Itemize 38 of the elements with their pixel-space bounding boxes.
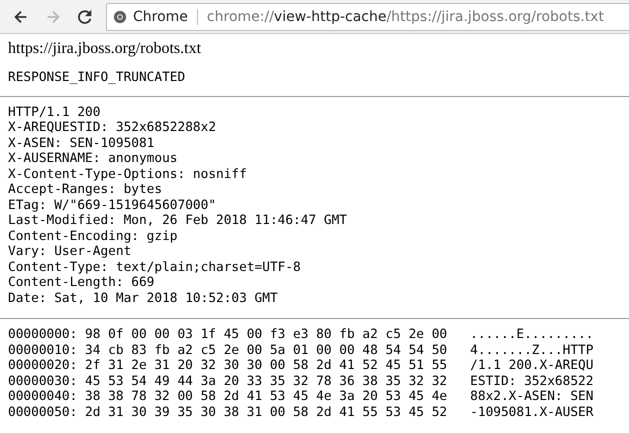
address-bar[interactable]: Chrome chrome://view-http-cache/https://jira.jboss.org/robots.txt: [106, 2, 629, 30]
hex-offset: 00000030:: [8, 374, 78, 389]
hex-bytes: 98 0f 00 00 03 1f 45 00 f3 e3 80 fb a2 c5 2e 00: [85, 327, 448, 342]
header-line: HTTP/1.1 200: [8, 104, 102, 120]
header-line: X-Content-Type-Options: nosniff: [8, 166, 248, 182]
header-line: Vary: User-Agent: [8, 244, 132, 260]
url-text: chrome://view-http-cache/https://jira.jboss.org/robots.txt: [206, 8, 604, 24]
header-line: Content-Encoding: gzip: [8, 228, 178, 244]
header-line: Content-Type: text/plain;charset=UTF-8: [8, 260, 302, 275]
hex-bytes: 45 53 54 49 44 3a 20 33 35 32 78 36 38 35 32 32: [85, 374, 448, 389]
hex-bytes: 34 cb 83 fb a2 c5 2e 00 5a 01 00 00 48 54 54 50: [85, 342, 448, 358]
hex-offset: 00000010:: [8, 342, 78, 358]
header-line: Content-Length: 669: [8, 275, 156, 290]
header-line: Last-Modified: Mon, 26 Feb 2018 11:46:47 GMT: [8, 213, 348, 228]
page-chip-label: Chrome: [133, 8, 188, 24]
page-heading: https://jira.jboss.org/robots.txt: [8, 40, 202, 58]
header-line: X-ASEN: SEN-1095081: [8, 136, 156, 151]
reload-icon: [76, 8, 94, 26]
hex-bytes: 2f 31 2e 31 20 32 30 30 00 58 2d 41 52 45 51 55: [85, 358, 448, 374]
header-line: ETag: W/"669-1519645607000": [8, 198, 218, 213]
header-line: X-AUSERNAME: anonymous: [8, 151, 178, 166]
chrome-logo-icon: [113, 10, 127, 24]
header-line: X-AREQUESTID: 352x6852288x2: [8, 120, 218, 136]
truncated-notice: RESPONSE_INFO_TRUNCATED: [8, 70, 186, 85]
hex-bytes: 2d 31 30 39 35 30 38 31 00 58 2d 41 55 53 45 52: [85, 404, 448, 420]
header-line: Accept-Ranges: bytes: [8, 182, 164, 198]
ascii-text: ESTID: 352x68522: [470, 374, 594, 389]
hex-bytes: 38 38 78 32 00 58 2d 41 53 45 4e 3a 20 53 45 4e: [85, 389, 448, 404]
hex-offset: 00000040:: [8, 389, 78, 404]
ascii-text: /1.1 200.X-AREQU: [470, 358, 594, 374]
ascii-text: 88x2.X-ASEN: SEN: [470, 389, 594, 404]
ascii-text: ......E.........: [470, 327, 594, 342]
header-line: Date: Sat, 10 Mar 2018 10:52:03 GMT: [8, 290, 279, 306]
hex-offset: 00000050:: [8, 404, 78, 420]
hex-offset: 00000020:: [8, 358, 78, 374]
hex-offset: 00000000:: [8, 327, 78, 342]
ascii-text: 4.......Z...HTTP: [470, 342, 594, 358]
ascii-text: -1095081.X-AUSER: [470, 404, 594, 420]
